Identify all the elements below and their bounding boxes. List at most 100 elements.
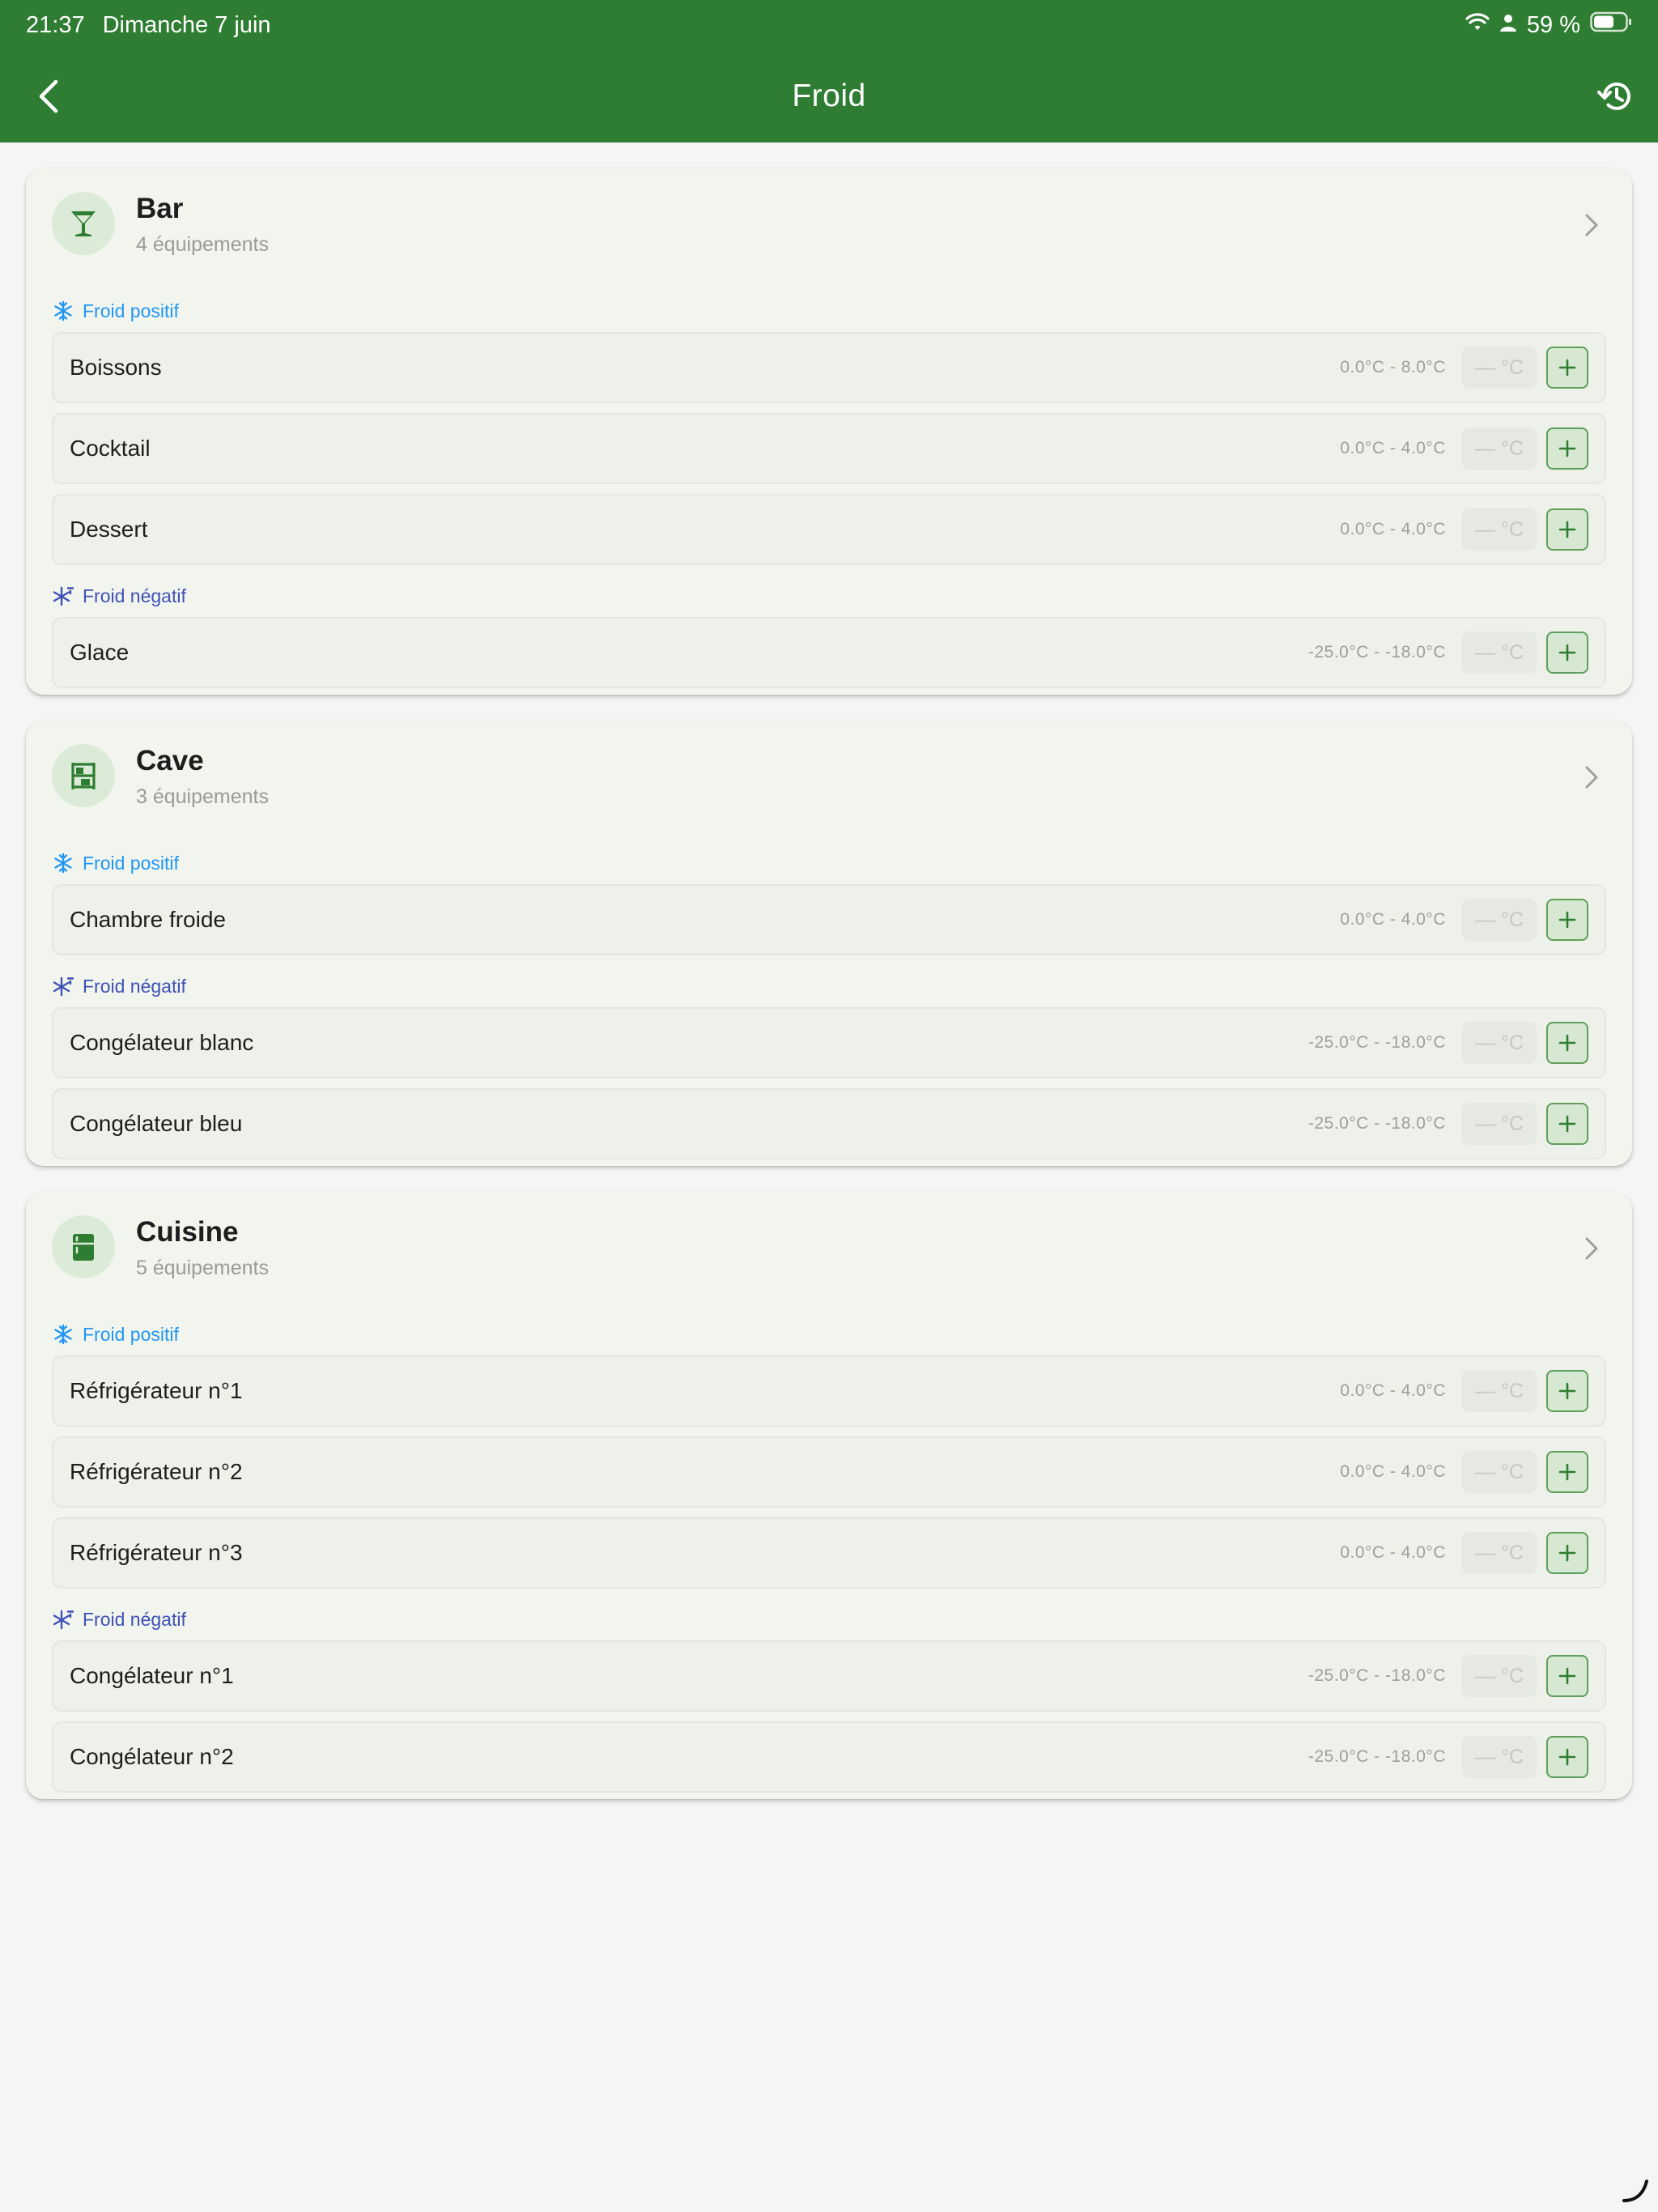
snowflake-minus-icon [52,1608,74,1631]
temperature-range: -25.0°C - -18.0°C [1307,643,1446,661]
plus-icon [1558,1115,1576,1133]
equipment-row[interactable]: Réfrigérateur n°1 0.0°C - 4.0°C — °C [52,1355,1606,1427]
temperature-input[interactable]: — °C [1462,1532,1537,1574]
add-reading-button[interactable] [1546,428,1588,470]
group-card-cave: Cave 3 équipements Froid positif Chambre… [26,721,1632,1166]
group-header[interactable]: Cuisine 5 équipements [26,1192,1632,1313]
equipment-name: Dessert [70,517,148,542]
plus-icon [1558,1667,1576,1685]
plus-icon [1558,1034,1576,1052]
add-reading-button[interactable] [1546,508,1588,551]
add-reading-button[interactable] [1546,1103,1588,1145]
equipment-row[interactable]: Congélateur bleu -25.0°C - -18.0°C — °C [52,1088,1606,1159]
person-icon [1499,12,1517,39]
group-header[interactable]: Bar 4 équipements [26,168,1632,290]
add-reading-button[interactable] [1546,1532,1588,1574]
equipment-row[interactable]: Congélateur blanc -25.0°C - -18.0°C — °C [52,1007,1606,1078]
temperature-input[interactable]: — °C [1462,1451,1537,1493]
add-reading-button[interactable] [1546,1655,1588,1697]
plus-icon [1558,359,1576,376]
status-right: 59 % [1465,11,1632,39]
battery-percent: 59 % [1526,11,1580,38]
temperature-input[interactable]: — °C [1462,428,1537,470]
history-icon [1597,82,1630,110]
plus-icon [1558,1463,1576,1481]
equipment-name: Congélateur blanc [70,1030,254,1055]
equipment-row[interactable]: Boissons 0.0°C - 8.0°C — °C [52,332,1606,403]
temperature-range: 0.0°C - 4.0°C [1340,1462,1446,1481]
group-card-cuisine: Cuisine 5 équipements Froid positif Réfr… [26,1192,1632,1799]
shelves-icon [52,744,115,807]
status-date: Dimanche 7 juin [102,11,271,38]
add-reading-button[interactable] [1546,1022,1588,1064]
equipment-name: Réfrigérateur n°2 [70,1459,243,1484]
snowflake-minus-icon [52,975,74,998]
section-froid-positif: Froid positif [26,290,1632,332]
app-bar: Froid [0,50,1658,143]
temperature-range: 0.0°C - 4.0°C [1340,520,1446,538]
add-reading-button[interactable] [1546,1736,1588,1778]
group-title: Bar [136,193,184,224]
equipment-row[interactable]: Dessert 0.0°C - 4.0°C — °C [52,494,1606,565]
section-label: Froid négatif [83,1608,186,1630]
equipment-name: Congélateur n°1 [70,1663,234,1688]
status-bar: 21:37 Dimanche 7 juin 59 % [0,0,1658,50]
history-button[interactable] [1592,72,1640,121]
temperature-input[interactable]: — °C [1462,508,1537,551]
temperature-input[interactable]: — °C [1462,347,1537,389]
equipment-name: Réfrigérateur n°3 [70,1540,243,1565]
equipment-name: Glace [70,640,130,665]
group-title: Cave [136,745,204,776]
temperature-input[interactable]: — °C [1462,1655,1537,1697]
group-header[interactable]: Cave 3 équipements [26,721,1632,842]
equipment-name: Congélateur n°2 [70,1744,234,1769]
equipment-name: Boissons [70,355,162,380]
battery-icon [1590,11,1632,39]
section-froid-negatif: Froid négatif [26,1598,1632,1640]
temperature-input[interactable]: — °C [1462,1022,1537,1064]
plus-icon [1558,521,1576,538]
status-time: 21:37 [26,11,85,38]
equipment-row[interactable]: Réfrigérateur n°2 0.0°C - 4.0°C — °C [52,1436,1606,1508]
equipment-row[interactable]: Congélateur n°1 -25.0°C - -18.0°C — °C [52,1640,1606,1712]
plus-icon [1558,1748,1576,1766]
section-label: Froid négatif [83,975,186,997]
cocktail-icon [52,192,115,255]
equipment-row[interactable]: Glace -25.0°C - -18.0°C — °C [52,617,1606,688]
section-froid-positif: Froid positif [26,842,1632,884]
temperature-input[interactable]: — °C [1462,632,1537,674]
temperature-input[interactable]: — °C [1462,1736,1537,1778]
section-froid-negatif: Froid négatif [26,575,1632,617]
temperature-input[interactable]: — °C [1462,899,1537,941]
temperature-range: 0.0°C - 8.0°C [1340,358,1446,376]
temperature-input[interactable]: — °C [1462,1103,1537,1145]
chevron-right-icon[interactable] [1579,761,1605,793]
chevron-right-icon[interactable] [1579,209,1605,241]
temperature-range: 0.0°C - 4.0°C [1340,439,1446,457]
add-reading-button[interactable] [1546,1451,1588,1493]
temperature-input[interactable]: — °C [1462,1370,1537,1412]
temperature-range: 0.0°C - 4.0°C [1340,910,1446,929]
section-label: Froid positif [83,300,179,321]
temperature-range: -25.0°C - -18.0°C [1307,1747,1446,1766]
equipment-row[interactable]: Réfrigérateur n°3 0.0°C - 4.0°C — °C [52,1517,1606,1589]
section-froid-negatif: Froid négatif [26,965,1632,1007]
chevron-right-icon[interactable] [1579,1232,1605,1265]
fridge-icon [52,1215,115,1278]
temperature-range: -25.0°C - -18.0°C [1307,1033,1446,1052]
equipment-row[interactable]: Chambre froide 0.0°C - 4.0°C — °C [52,884,1606,955]
equipment-row[interactable]: Cocktail 0.0°C - 4.0°C — °C [52,413,1606,484]
add-reading-button[interactable] [1546,1370,1588,1412]
plus-icon [1558,440,1576,457]
add-reading-button[interactable] [1546,347,1588,389]
group-title: Cuisine [136,1216,239,1248]
temperature-range: -25.0°C - -18.0°C [1307,1666,1446,1685]
plus-icon [1558,1382,1576,1400]
temperature-range: 0.0°C - 4.0°C [1340,1381,1446,1400]
snowflake-minus-icon [52,585,74,607]
add-reading-button[interactable] [1546,632,1588,674]
add-reading-button[interactable] [1546,899,1588,941]
back-button[interactable] [24,72,73,121]
equipment-row[interactable]: Congélateur n°2 -25.0°C - -18.0°C — °C [52,1721,1606,1793]
section-froid-positif: Froid positif [26,1313,1632,1355]
